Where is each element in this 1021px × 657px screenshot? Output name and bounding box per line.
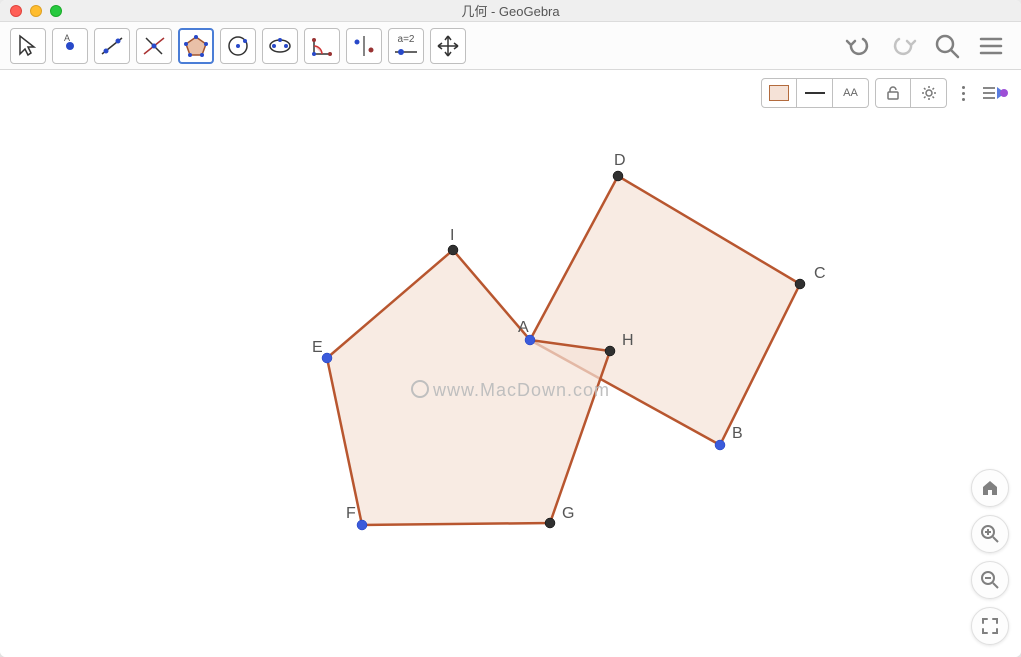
reflect-tool[interactable]: [346, 28, 382, 64]
ellipse-tool[interactable]: [262, 28, 298, 64]
zoom-out-icon: [980, 570, 1000, 590]
views-icon: [981, 83, 1009, 103]
slider-tool[interactable]: a=2: [388, 28, 424, 64]
svg-text:G: G: [562, 505, 574, 522]
redo-button[interactable]: [883, 26, 923, 66]
more-button[interactable]: [953, 78, 973, 108]
style-bar: AA: [761, 78, 1011, 108]
tool-group: A a=2: [10, 28, 466, 64]
lock-button[interactable]: [875, 78, 911, 108]
window-title: 几何 - GeoGebra: [0, 1, 1021, 20]
svg-text:E: E: [312, 339, 323, 356]
kebab-icon: [962, 86, 965, 101]
view-controls: [971, 469, 1009, 645]
move-tool[interactable]: [10, 28, 46, 64]
fill-swatch-icon: [769, 85, 789, 101]
drawing-surface[interactable]: A B C D E F G H I: [0, 70, 1021, 657]
svg-text:C: C: [814, 265, 826, 282]
settings-button[interactable]: [911, 78, 947, 108]
gear-icon: [921, 85, 937, 101]
svg-text:A: A: [518, 319, 529, 336]
text-style-label: AA: [843, 87, 858, 99]
lock-open-icon: [885, 85, 901, 101]
app-window: 几何 - GeoGebra A: [0, 0, 1021, 657]
undo-button[interactable]: [839, 26, 879, 66]
fill-color-button[interactable]: [761, 78, 797, 108]
window-controls: [0, 5, 62, 17]
point-tool[interactable]: A: [52, 28, 88, 64]
menu-button[interactable]: [971, 26, 1011, 66]
point-I[interactable]: I: [448, 227, 458, 255]
text-style-button[interactable]: AA: [833, 78, 869, 108]
perp-line-tool[interactable]: [136, 28, 172, 64]
main-toolbar: A a=2: [0, 22, 1021, 70]
circle-center-tool[interactable]: [220, 28, 256, 64]
svg-text:F: F: [346, 505, 356, 522]
zoom-icon[interactable]: [50, 5, 62, 17]
fullscreen-icon: [980, 616, 1000, 636]
svg-text:H: H: [622, 332, 634, 349]
close-icon[interactable]: [10, 5, 22, 17]
search-button[interactable]: [927, 26, 967, 66]
titlebar: 几何 - GeoGebra: [0, 0, 1021, 22]
zoom-in-icon: [980, 524, 1000, 544]
polygon-tool[interactable]: [178, 28, 214, 64]
home-button[interactable]: [971, 469, 1009, 507]
point-E[interactable]: E: [312, 339, 332, 363]
slider-label: a=2: [398, 35, 415, 45]
point-C[interactable]: C: [795, 265, 826, 289]
svg-text:A: A: [64, 33, 70, 43]
zoom-in-button[interactable]: [971, 515, 1009, 553]
svg-text:D: D: [614, 152, 626, 169]
line-tool[interactable]: [94, 28, 130, 64]
move-view-tool[interactable]: [430, 28, 466, 64]
svg-text:B: B: [732, 425, 743, 442]
line-style-button[interactable]: [797, 78, 833, 108]
svg-text:I: I: [450, 227, 454, 244]
home-icon: [980, 478, 1000, 498]
minimize-icon[interactable]: [30, 5, 42, 17]
point-D[interactable]: D: [613, 152, 626, 181]
canvas[interactable]: A B C D E F G H I www.MacDown.com: [0, 70, 1021, 657]
app-actions: [839, 26, 1011, 66]
angle-tool[interactable]: [304, 28, 340, 64]
views-button[interactable]: [979, 78, 1011, 108]
zoom-out-button[interactable]: [971, 561, 1009, 599]
line-swatch-icon: [805, 92, 825, 94]
fullscreen-button[interactable]: [971, 607, 1009, 645]
